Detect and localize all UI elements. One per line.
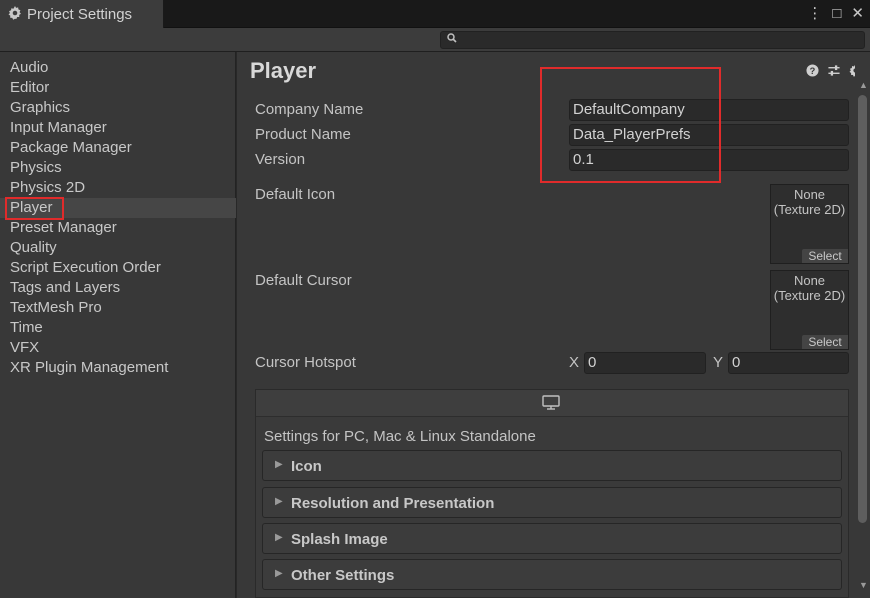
hotspot-y-label: Y: [713, 354, 724, 371]
foldout-resolution-and-presentation[interactable]: ▶ Resolution and Presentation: [262, 487, 842, 518]
foldout-label: Icon: [291, 458, 322, 475]
sidebar-item-time[interactable]: Time: [0, 318, 236, 338]
foldout-other-settings[interactable]: ▶ Other Settings: [262, 559, 842, 590]
sidebar-item-tags-and-layers[interactable]: Tags and Layers: [0, 278, 236, 298]
settings-sidebar: Audio Editor Graphics Input Manager Pack…: [0, 52, 236, 598]
foldout-label: Splash Image: [291, 531, 388, 548]
sidebar-item-textmesh-pro[interactable]: TextMesh Pro: [0, 298, 236, 318]
gear-icon: [8, 5, 22, 23]
hotspot-x-label: X: [569, 354, 580, 371]
triangle-right-icon: ▶: [275, 459, 283, 470]
sidebar-item-physics-2d[interactable]: Physics 2D: [0, 178, 236, 198]
foldout-label: Resolution and Presentation: [291, 495, 495, 512]
version-label: Version: [255, 151, 306, 168]
texture-slot-text: None (Texture 2D): [773, 187, 846, 217]
sidebar-item-physics[interactable]: Physics: [0, 158, 236, 178]
sidebar-item-quality[interactable]: Quality: [0, 238, 236, 258]
cursor-hotspot-label: Cursor Hotspot: [255, 354, 356, 371]
svg-text:?: ?: [810, 66, 816, 76]
texture-slot-text: None (Texture 2D): [773, 273, 846, 303]
page-title: Player: [250, 58, 317, 83]
foldout-splash-image[interactable]: ▶ Splash Image: [262, 523, 842, 554]
platform-caption: Settings for PC, Mac & Linux Standalone: [264, 428, 536, 445]
platform-tab-bar: [256, 390, 848, 417]
hotspot-x-field[interactable]: 0: [584, 352, 706, 374]
sidebar-item-audio[interactable]: Audio: [0, 58, 236, 78]
close-icon[interactable]: ✕: [851, 4, 864, 22]
highlight-box: [5, 197, 64, 220]
default-icon-label: Default Icon: [255, 186, 336, 203]
default-cursor-slot[interactable]: None (Texture 2D) Select: [770, 270, 849, 350]
sidebar-item-xr-plugin-management[interactable]: XR Plugin Management: [0, 358, 236, 378]
sidebar-item-graphics[interactable]: Graphics: [0, 98, 236, 118]
sidebar-item-editor[interactable]: Editor: [0, 78, 236, 98]
search-row: [0, 28, 870, 52]
scroll-down-icon[interactable]: ▼: [859, 580, 868, 590]
window-tab[interactable]: Project Settings: [0, 0, 164, 28]
sidebar-item-script-execution-order[interactable]: Script Execution Order: [0, 258, 236, 278]
platform-settings: Settings for PC, Mac & Linux Standalone …: [255, 389, 849, 598]
hotspot-y-field[interactable]: 0: [728, 352, 849, 374]
foldout-icon[interactable]: ▶ Icon: [262, 450, 842, 481]
default-icon-slot[interactable]: None (Texture 2D) Select: [770, 184, 849, 264]
help-icon[interactable]: ?: [806, 64, 819, 80]
kebab-menu-icon[interactable]: ⋮: [807, 4, 822, 22]
foldout-label: Other Settings: [291, 567, 395, 584]
maximize-icon[interactable]: □: [832, 5, 841, 22]
triangle-right-icon: ▶: [275, 496, 283, 507]
sidebar-item-input-manager[interactable]: Input Manager: [0, 118, 236, 138]
product-name-label: Product Name: [255, 126, 351, 143]
search-icon: [447, 33, 457, 46]
sidebar-item-preset-manager[interactable]: Preset Manager: [0, 218, 236, 238]
triangle-right-icon: ▶: [275, 532, 283, 543]
presets-icon[interactable]: [827, 64, 841, 80]
title-bar: Project Settings ⋮ □ ✕: [0, 0, 870, 28]
header-icons: ?: [806, 64, 862, 80]
select-button[interactable]: Select: [802, 249, 848, 263]
search-input[interactable]: [440, 31, 865, 49]
sidebar-item-package-manager[interactable]: Package Manager: [0, 138, 236, 158]
default-cursor-label: Default Cursor: [255, 272, 352, 289]
scroll-up-icon[interactable]: ▲: [859, 80, 868, 90]
window-controls: ⋮ □ ✕: [807, 4, 864, 23]
monitor-icon[interactable]: [542, 395, 560, 413]
player-settings-panel: Player ? Company Name DefaultCompany Pro…: [237, 52, 870, 598]
scrollbar-thumb[interactable]: [858, 95, 867, 523]
sidebar-item-vfx[interactable]: VFX: [0, 338, 236, 358]
triangle-right-icon: ▶: [275, 568, 283, 579]
window-title: Project Settings: [27, 5, 133, 23]
company-name-label: Company Name: [255, 101, 364, 118]
highlight-box: [540, 67, 721, 183]
select-button[interactable]: Select: [802, 335, 848, 349]
